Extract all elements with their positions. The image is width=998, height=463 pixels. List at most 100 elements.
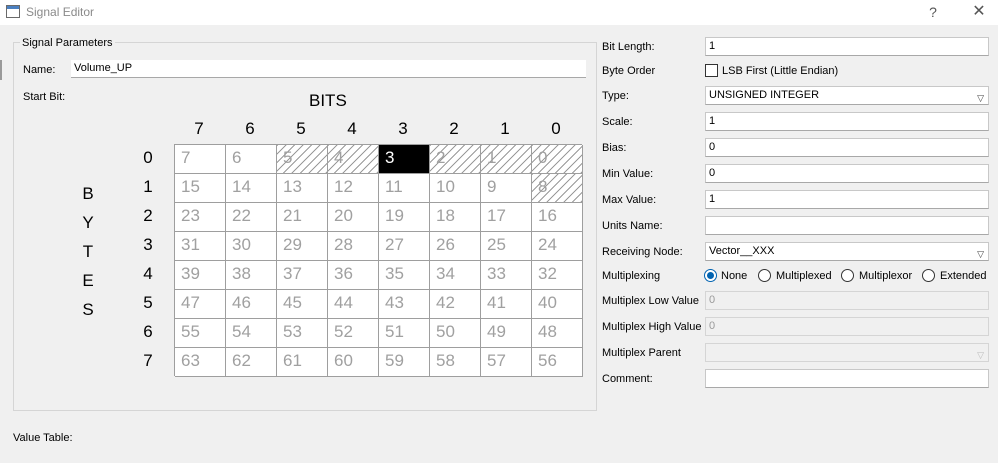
units-name-label: Units Name: xyxy=(602,220,663,232)
bit-cell[interactable]: 23 xyxy=(175,203,226,232)
bit-cell[interactable]: 46 xyxy=(226,290,277,319)
close-button[interactable]: ✕ xyxy=(966,2,992,22)
mux-none-radio[interactable] xyxy=(704,269,717,282)
bit-cell[interactable]: 6 xyxy=(226,145,277,174)
max-value-input[interactable]: 1 xyxy=(705,190,989,209)
bit-cell[interactable]: 31 xyxy=(175,232,226,261)
bit-cell[interactable]: 38 xyxy=(226,261,277,290)
bit-cell[interactable]: 49 xyxy=(481,319,532,348)
bit-cell[interactable]: 22 xyxy=(226,203,277,232)
bit-cell[interactable]: 44 xyxy=(328,290,379,319)
bit-cell[interactable]: 36 xyxy=(328,261,379,290)
bit-col-header: 3 xyxy=(398,119,408,138)
scale-input[interactable]: 1 xyxy=(705,112,989,131)
bit-cell[interactable]: 15 xyxy=(175,174,226,203)
bit-cell[interactable]: 3 xyxy=(379,145,430,174)
bit-cell[interactable]: 43 xyxy=(379,290,430,319)
bit-cell[interactable]: 37 xyxy=(277,261,328,290)
bit-cell[interactable]: 60 xyxy=(328,348,379,377)
bit-cell[interactable]: 13 xyxy=(277,174,328,203)
bit-cell[interactable]: 45 xyxy=(277,290,328,319)
bit-length-label: Bit Length: xyxy=(602,41,655,53)
value-table-label: Value Table: xyxy=(13,432,73,444)
bit-cell[interactable]: 27 xyxy=(379,232,430,261)
min-value-label: Min Value: xyxy=(602,168,654,180)
mux-extended-radio[interactable] xyxy=(922,269,935,282)
bit-cell[interactable]: 9 xyxy=(481,174,532,203)
byte-row-header: 0 xyxy=(143,148,153,167)
bit-cell[interactable]: 28 xyxy=(328,232,379,261)
bit-length-input[interactable]: 1 xyxy=(705,37,989,56)
mux-high-input[interactable]: 0 xyxy=(705,317,989,336)
bit-cell[interactable]: 59 xyxy=(379,348,430,377)
mux-low-input[interactable]: 0 xyxy=(705,291,989,310)
mux-low-label: Multiplex Low Value xyxy=(602,295,700,307)
bit-cell[interactable]: 54 xyxy=(226,319,277,348)
bit-cell[interactable]: 8 xyxy=(532,174,583,203)
mux-none-label: None xyxy=(721,270,748,282)
bit-cell[interactable]: 29 xyxy=(277,232,328,261)
bit-cell[interactable]: 17 xyxy=(481,203,532,232)
mux-multiplexed-radio[interactable] xyxy=(758,269,771,282)
bit-col-header: 4 xyxy=(347,119,357,138)
bit-cell[interactable]: 48 xyxy=(532,319,583,348)
units-name-input[interactable] xyxy=(705,216,989,235)
bit-cell[interactable]: 24 xyxy=(532,232,583,261)
bit-cell[interactable]: 1 xyxy=(481,145,532,174)
bit-cell[interactable]: 32 xyxy=(532,261,583,290)
bit-cell[interactable]: 7 xyxy=(175,145,226,174)
lsb-first-checkbox[interactable] xyxy=(705,64,718,77)
bit-cell[interactable]: 40 xyxy=(532,290,583,319)
bit-cell[interactable]: 30 xyxy=(226,232,277,261)
bit-cell[interactable]: 47 xyxy=(175,290,226,319)
bit-cell[interactable]: 26 xyxy=(430,232,481,261)
receiving-node-select[interactable]: Vector__XXX ▽ xyxy=(705,242,989,261)
bit-cell[interactable]: 52 xyxy=(328,319,379,348)
mux-multiplexor-radio[interactable] xyxy=(841,269,854,282)
bit-cell[interactable]: 51 xyxy=(379,319,430,348)
name-input[interactable]: Volume_UP xyxy=(71,60,586,78)
bit-cell[interactable]: 11 xyxy=(379,174,430,203)
bit-cell[interactable]: 42 xyxy=(430,290,481,319)
bit-cell[interactable]: 50 xyxy=(430,319,481,348)
help-button[interactable]: ? xyxy=(922,2,944,22)
bit-col-header: 1 xyxy=(500,119,510,138)
bit-cell[interactable]: 56 xyxy=(532,348,583,377)
bit-cell[interactable]: 20 xyxy=(328,203,379,232)
byte-order-label: Byte Order xyxy=(602,65,656,77)
bit-cell[interactable]: 61 xyxy=(277,348,328,377)
bit-cell[interactable]: 58 xyxy=(430,348,481,377)
bit-cell[interactable]: 34 xyxy=(430,261,481,290)
bit-cell[interactable]: 12 xyxy=(328,174,379,203)
bit-cell[interactable]: 39 xyxy=(175,261,226,290)
bit-cell[interactable]: 2 xyxy=(430,145,481,174)
bit-cell[interactable]: 53 xyxy=(277,319,328,348)
start-bit-label: Start Bit: xyxy=(23,91,66,103)
bit-col-header: 2 xyxy=(449,119,459,138)
type-select[interactable]: UNSIGNED INTEGER ▽ xyxy=(705,86,989,105)
bit-cell[interactable]: 5 xyxy=(277,145,328,174)
bias-input[interactable]: 0 xyxy=(705,138,989,157)
bit-cell[interactable]: 25 xyxy=(481,232,532,261)
type-select-value: UNSIGNED INTEGER xyxy=(709,89,820,101)
mux-parent-select[interactable]: ▽ xyxy=(705,343,989,362)
bit-cell[interactable]: 35 xyxy=(379,261,430,290)
bit-cell[interactable]: 55 xyxy=(175,319,226,348)
bit-cell[interactable]: 18 xyxy=(430,203,481,232)
mux-parent-label: Multiplex Parent xyxy=(602,347,681,359)
bit-cell[interactable]: 62 xyxy=(226,348,277,377)
bit-cell[interactable]: 63 xyxy=(175,348,226,377)
bit-cell[interactable]: 16 xyxy=(532,203,583,232)
bit-cell[interactable]: 0 xyxy=(532,145,583,174)
bit-cell[interactable]: 41 xyxy=(481,290,532,319)
bit-cell[interactable]: 14 xyxy=(226,174,277,203)
bit-cell[interactable]: 4 xyxy=(328,145,379,174)
bytes-letter: B xyxy=(82,184,94,203)
min-value-input[interactable]: 0 xyxy=(705,164,989,183)
bit-cell[interactable]: 10 xyxy=(430,174,481,203)
bit-cell[interactable]: 21 xyxy=(277,203,328,232)
comment-input[interactable] xyxy=(705,369,989,388)
bit-cell[interactable]: 57 xyxy=(481,348,532,377)
bit-cell[interactable]: 19 xyxy=(379,203,430,232)
bit-cell[interactable]: 33 xyxy=(481,261,532,290)
